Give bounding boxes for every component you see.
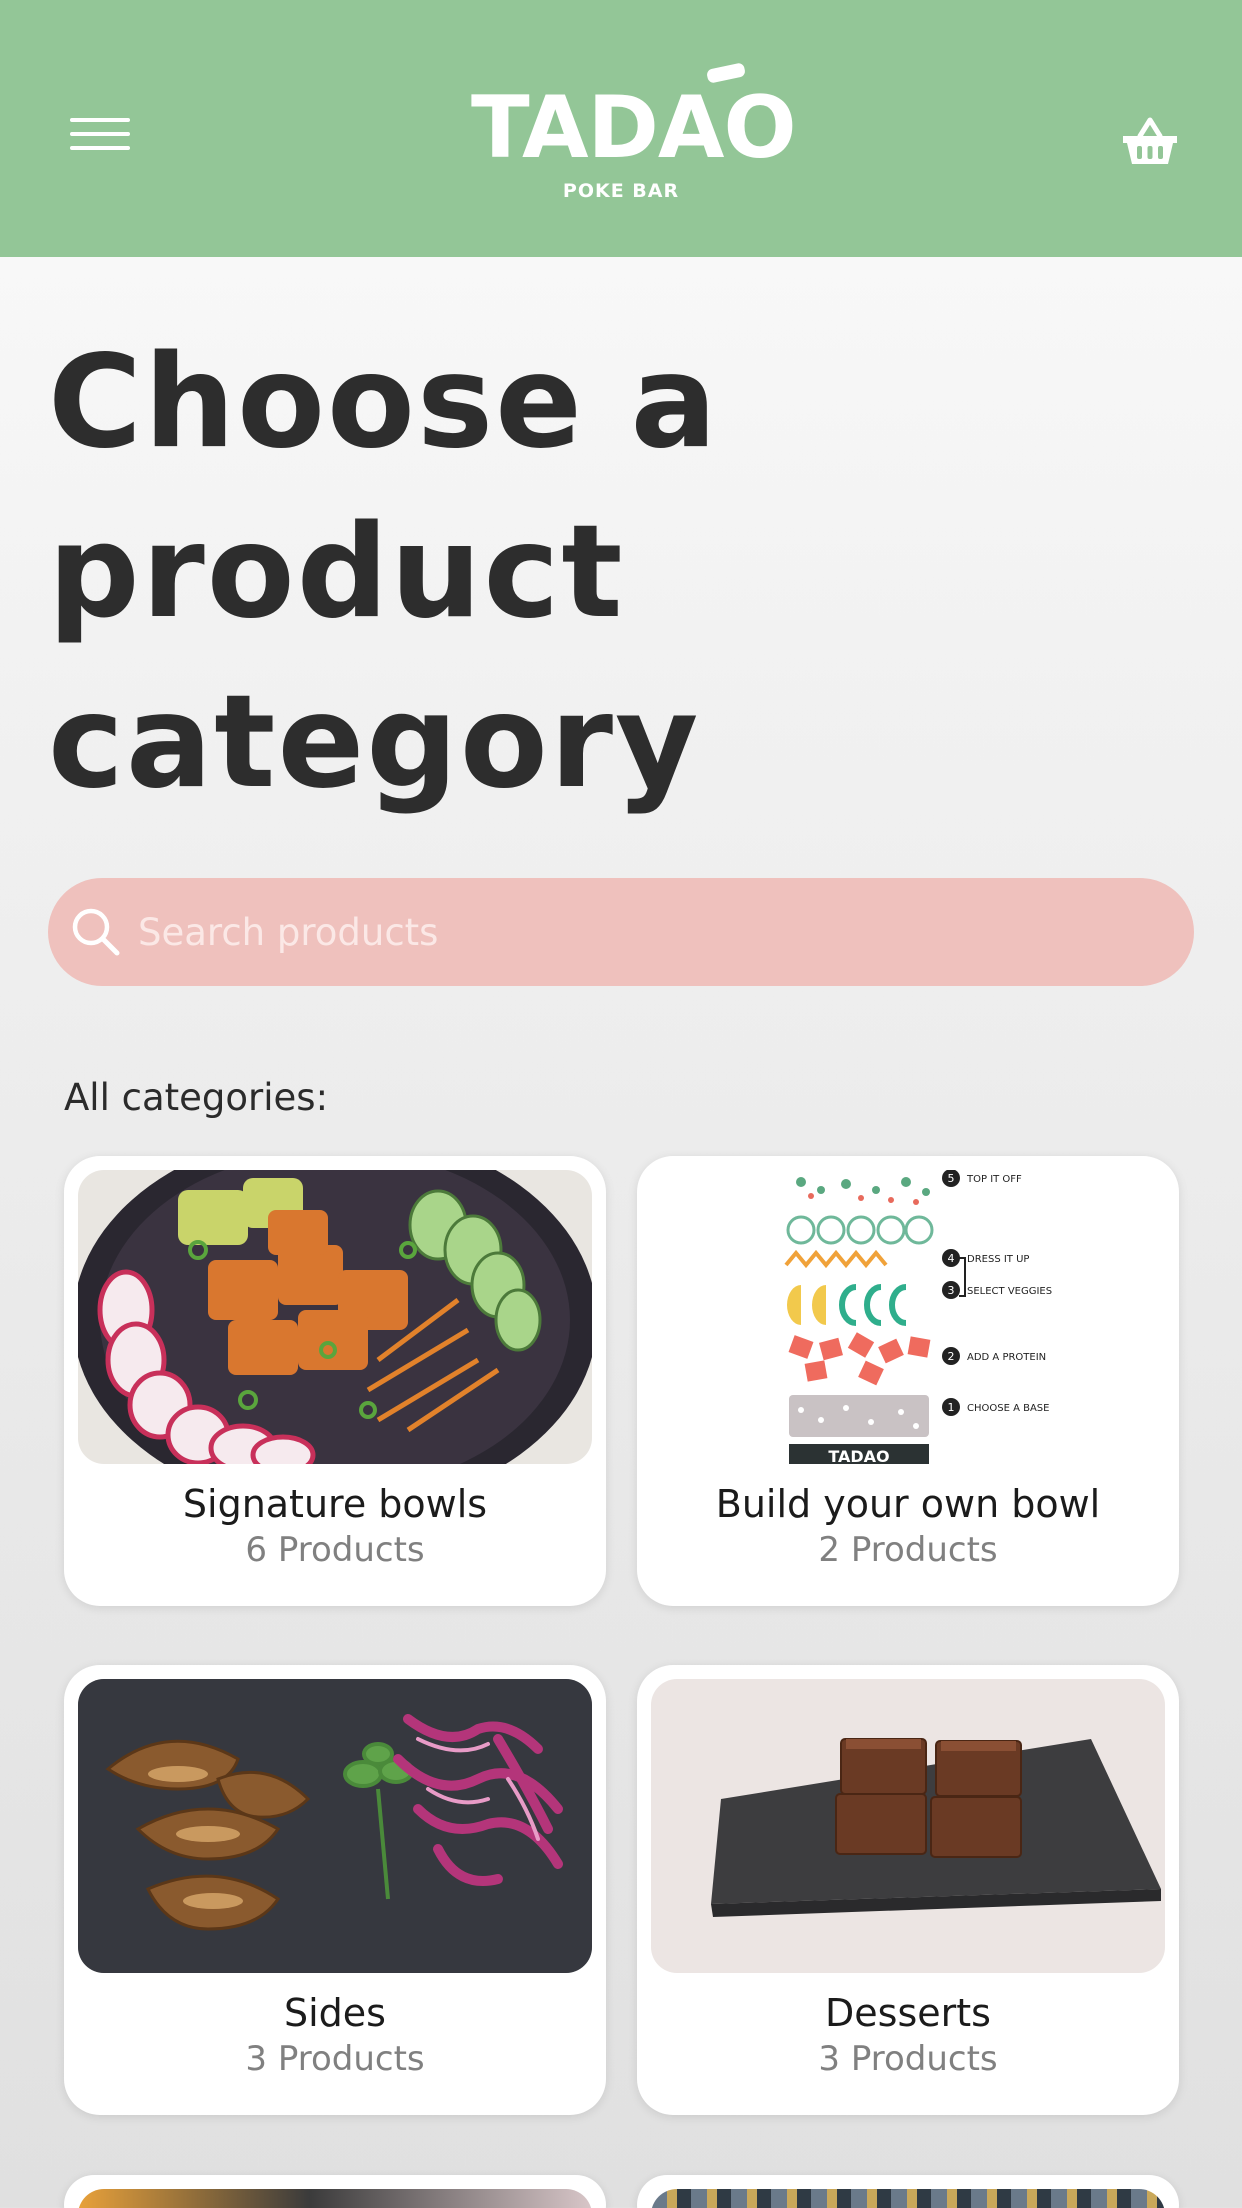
search-input[interactable] [138, 878, 1168, 986]
category-card-signature-bowls[interactable]: Signature bowls 6 Products [64, 1156, 606, 1606]
category-name: Desserts [825, 1991, 991, 2035]
step-3-number: 3 [948, 1284, 955, 1297]
step-2-number: 2 [948, 1350, 955, 1363]
step-4-number: 4 [948, 1252, 955, 1265]
basket-icon[interactable] [1120, 116, 1180, 168]
desserts-image [651, 1679, 1165, 1973]
step-5-number: 5 [948, 1172, 955, 1185]
category-card-build-your-own-bowl[interactable]: TADAO 5 TOP IT OFF 4 DRESS IT UP 3 SELEC… [637, 1156, 1179, 1606]
category-count: 3 Products [818, 2039, 998, 2079]
hamburger-menu-icon[interactable] [70, 118, 130, 160]
step-3-label: SELECT VEGGIES [967, 1286, 1052, 1297]
step-1-number: 1 [948, 1401, 955, 1414]
category-count: 3 Products [245, 2039, 425, 2079]
step-2-label: ADD A PROTEIN [967, 1352, 1046, 1363]
category-name: Sides [284, 1991, 386, 2035]
search-bar[interactable] [48, 878, 1194, 986]
section-label: All categories: [64, 1076, 329, 1119]
search-icon [70, 906, 122, 958]
app-header: TADAO POKE BAR [0, 0, 1242, 257]
page-title: Choose a product category [48, 328, 719, 817]
signature-bowl-image [78, 1170, 592, 1464]
category-name: Build your own bowl [715, 1482, 1101, 1526]
step-1-label: CHOOSE A BASE [967, 1403, 1049, 1414]
category-card-partial-right[interactable] [637, 2175, 1179, 2208]
bowl-logo-text: TADAO [828, 1447, 889, 1464]
category-card-partial-left[interactable] [64, 2175, 606, 2208]
brand-logo[interactable]: TADAO POKE BAR [471, 58, 797, 218]
category-count: 6 Products [245, 1530, 425, 1570]
category-count: 2 Products [818, 1530, 998, 1570]
brand-name: TADAO [471, 78, 797, 178]
build-bowl-infographic: TADAO 5 TOP IT OFF 4 DRESS IT UP 3 SELEC… [651, 1170, 1165, 1464]
brand-subtitle: POKE BAR [562, 180, 680, 202]
category-image-partial [78, 2189, 592, 2208]
category-name: Signature bowls [182, 1482, 488, 1526]
category-card-desserts[interactable]: Desserts 3 Products [637, 1665, 1179, 2115]
category-image-partial [651, 2189, 1165, 2208]
category-card-sides[interactable]: Sides 3 Products [64, 1665, 606, 2115]
sides-image [78, 1679, 592, 1973]
step-4-label: DRESS IT UP [967, 1254, 1029, 1265]
step-5-label: TOP IT OFF [966, 1174, 1022, 1185]
